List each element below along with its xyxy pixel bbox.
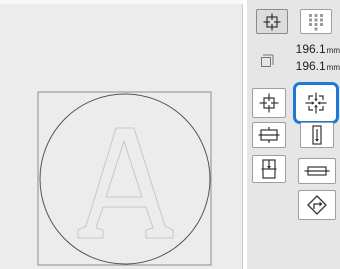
width-unit: mm (326, 46, 340, 55)
diamond-rotate-icon (307, 195, 327, 215)
horizontal-arrows-button[interactable] (252, 122, 286, 148)
pattern-width-value: 196.1mm (296, 42, 340, 56)
circle-outline (39, 93, 211, 265)
grid-dots-icon (309, 13, 323, 30)
grid-pattern-view-button[interactable] (300, 9, 332, 34)
embroidery-canvas[interactable] (0, 0, 243, 269)
vertical-center-button[interactable] (252, 155, 286, 183)
letter-a-outline (77, 127, 174, 239)
vertical-arrows-icon (312, 125, 322, 145)
expand-arrows-button[interactable] (252, 88, 286, 118)
height-number: 196.1 (295, 59, 326, 73)
width-number: 196.1 (295, 42, 326, 56)
horizontal-arrows-icon (258, 127, 280, 143)
center-pattern-icon (263, 13, 281, 30)
contract-arrows-button[interactable] (293, 82, 339, 124)
canvas-drawing (37, 91, 212, 266)
expand-arrows-icon (259, 93, 279, 113)
horizontal-spread-button[interactable] (298, 158, 336, 184)
single-pattern-view-button[interactable] (256, 9, 288, 34)
vertical-arrows-button[interactable] (300, 122, 334, 148)
contract-arrows-icon (305, 92, 327, 114)
horizontal-spread-icon (304, 166, 330, 176)
diamond-rotate-button[interactable] (298, 190, 336, 220)
height-unit: mm (326, 63, 340, 72)
pattern-size-icon (261, 54, 274, 67)
pattern-size-readout: 196.1mm 196.1mm (260, 42, 340, 78)
embroidery-edit-screen: 196.1mm 196.1mm (0, 0, 340, 269)
pattern-height-value: 196.1mm (296, 59, 340, 73)
vertical-center-icon (261, 159, 277, 179)
